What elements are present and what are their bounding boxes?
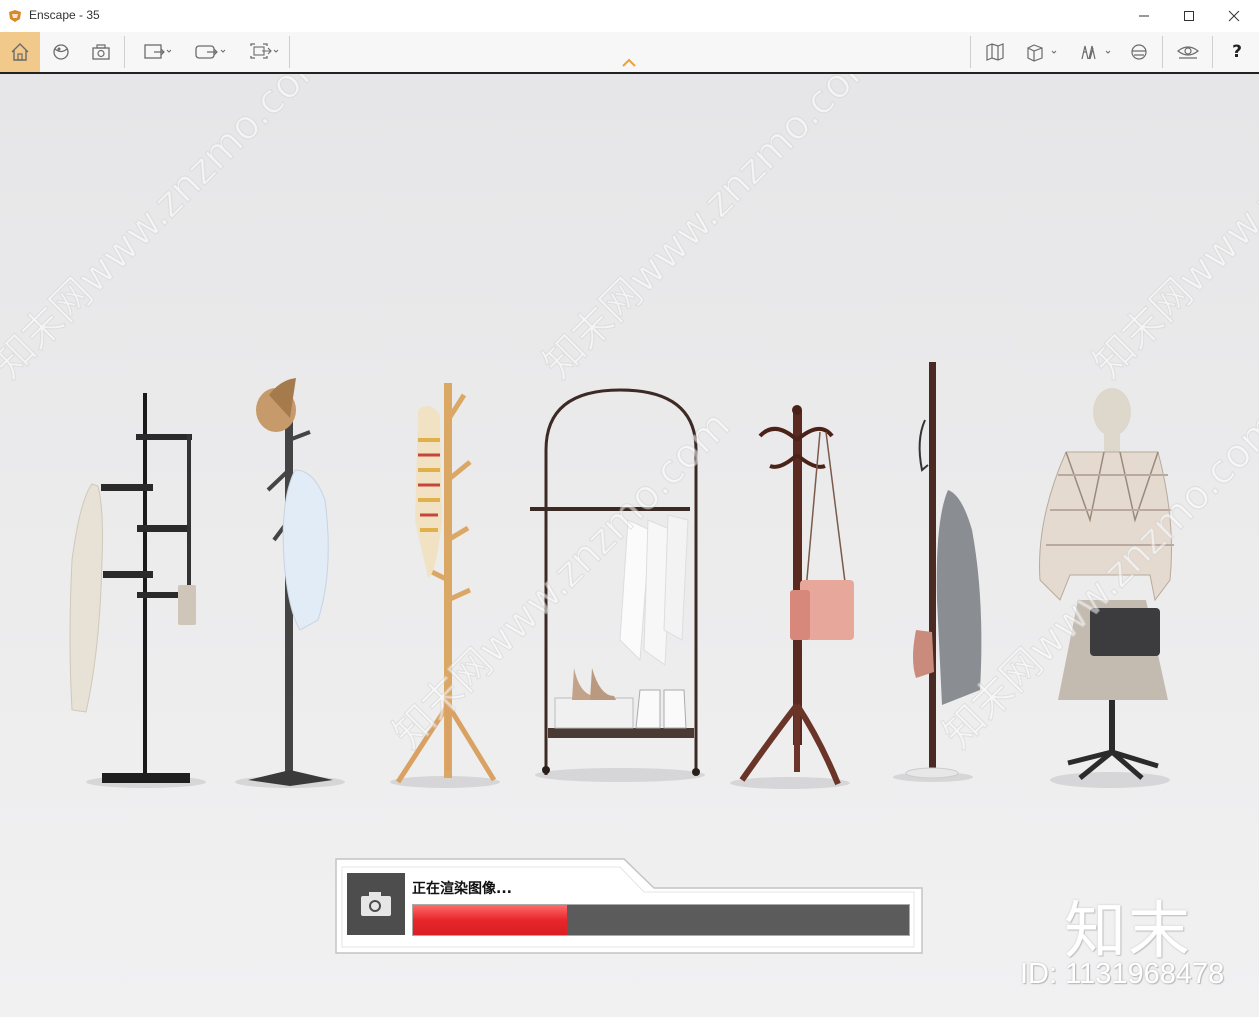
toolbar-separator [1162, 36, 1163, 68]
visual-settings-icon [1177, 46, 1199, 59]
watermark-logo: 知末 [1064, 894, 1193, 967]
view-export-button[interactable] [134, 32, 180, 72]
coat-rack-black [69, 393, 196, 783]
orbit-button[interactable] [44, 32, 78, 72]
maximize-icon [1184, 11, 1194, 21]
toolbar-separator [970, 36, 971, 68]
cube-view-button[interactable] [1018, 32, 1068, 72]
watermark-id: ID: 1131968478 [1020, 958, 1225, 990]
close-button[interactable] [1211, 0, 1257, 32]
minimize-icon [1139, 15, 1149, 17]
cube-view-icon [1027, 44, 1057, 62]
diagonal-watermark-text-1: 知末网www.znzmo.com [0, 74, 339, 387]
map-icon [986, 43, 1004, 61]
window-title: Enscape - 35 [29, 8, 100, 22]
assets-button[interactable] [1072, 32, 1122, 72]
render-camera-badge [347, 873, 405, 935]
orbit-icon [53, 44, 69, 60]
coat-rack-classic [739, 405, 854, 786]
diagonal-watermark-text-2: 知末网www.znzmo.com [535, 74, 890, 387]
headset-icon [1131, 44, 1147, 60]
help-button[interactable]: ? [1220, 32, 1254, 72]
minimize-button[interactable] [1121, 0, 1167, 32]
chevron-up-icon [622, 58, 636, 67]
diagonal-watermark-text-3: 知末网www.znzmo.com [1085, 74, 1259, 387]
panorama-export-icon [250, 43, 279, 59]
home-button[interactable] [0, 32, 40, 72]
panorama-export-button[interactable] [239, 32, 287, 72]
enscape-logo-icon [9, 10, 21, 22]
screenshot-button[interactable] [84, 32, 118, 72]
toolbar-separator [124, 36, 125, 68]
camera-icon [361, 892, 391, 916]
assets-icon [1081, 45, 1111, 60]
video-export-icon [195, 45, 226, 59]
visual-settings-button[interactable] [1170, 32, 1206, 72]
collapse-toolbar-button[interactable] [616, 54, 642, 72]
coat-rack-grey [248, 378, 333, 786]
title-bar: Enscape - 35 [0, 0, 1259, 33]
map-button[interactable] [978, 32, 1012, 72]
view-export-icon [144, 44, 172, 59]
screenshot-icon [92, 44, 110, 60]
toolbar: ? [0, 32, 1259, 74]
toolbar-separator [289, 36, 290, 68]
close-icon [1228, 10, 1240, 22]
render-progress-fill [413, 905, 567, 935]
video-export-button[interactable] [185, 32, 235, 72]
render-status-text: 正在渲染图像... [412, 881, 512, 897]
vr-headset-button[interactable] [1124, 32, 1154, 72]
render-progress-bar [412, 904, 910, 936]
toolbar-separator [1212, 36, 1213, 68]
maximize-button[interactable] [1166, 0, 1212, 32]
home-icon [11, 43, 29, 61]
